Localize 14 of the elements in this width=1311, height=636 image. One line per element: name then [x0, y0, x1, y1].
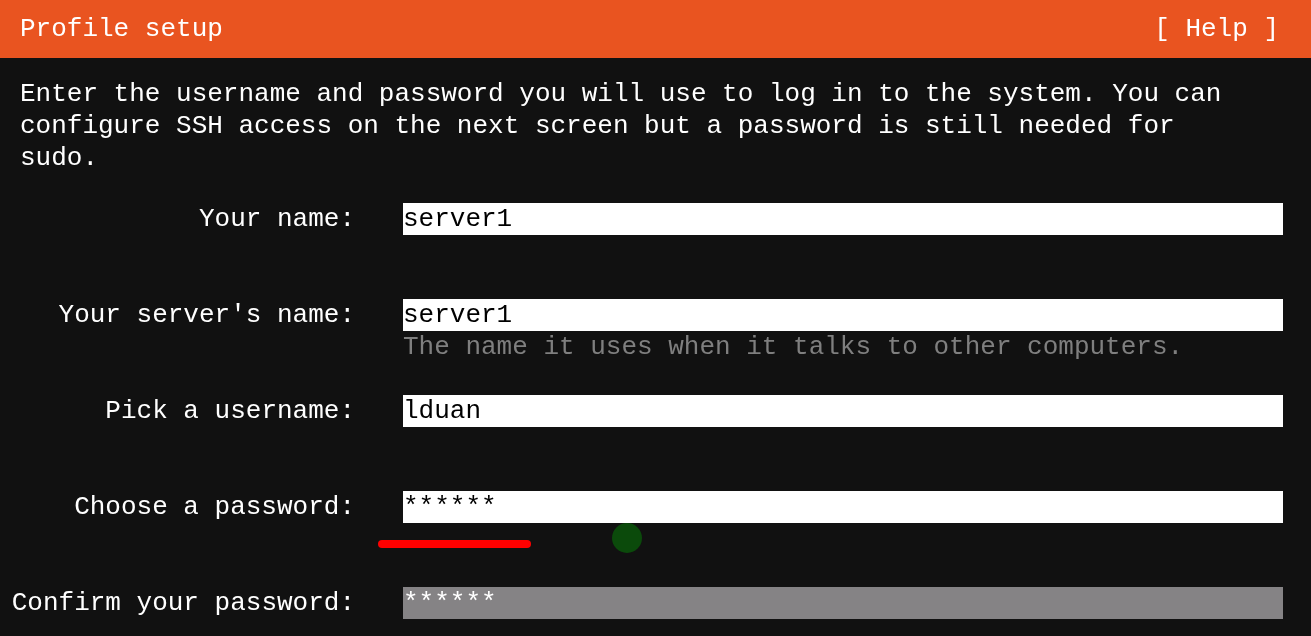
help-button[interactable]: [ Help ] [1154, 13, 1279, 45]
field-hint: The name it uses when it talks to other computers. [403, 331, 1185, 363]
input-field[interactable]: lduan [403, 395, 1283, 427]
field-label: Your server's name: [57, 299, 355, 331]
intro-text: Enter the username and password you will use to log in to the system. You can configure SSH access on the next screen but a password is still needed for sudo. [19, 78, 1223, 174]
page-title: Profile setup [20, 13, 223, 45]
field-label: Your name: [197, 203, 355, 235]
input-field[interactable]: server1 [403, 203, 1283, 235]
input-field[interactable]: ****** [403, 491, 1283, 523]
field-label: Confirm your password: [10, 587, 355, 619]
input-field[interactable]: server1 [403, 299, 1283, 331]
field-label: Pick a username: [104, 395, 355, 427]
field-label: Choose a password: [73, 491, 355, 523]
input-field[interactable]: ****** [403, 587, 1283, 619]
